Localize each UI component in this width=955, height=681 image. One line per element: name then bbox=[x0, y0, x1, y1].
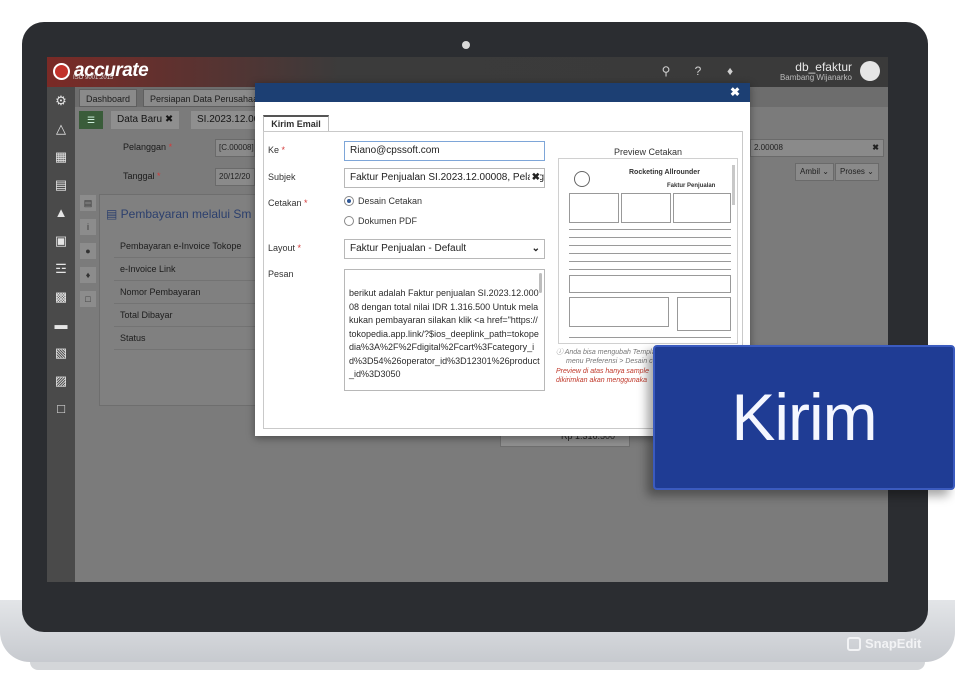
preview-line bbox=[569, 269, 731, 270]
people-icon[interactable]: ● bbox=[80, 243, 96, 259]
user-name: Bambang Wijanarko bbox=[779, 73, 852, 82]
preview-doc-title: Faktur Penjualan bbox=[667, 183, 716, 189]
preview-box bbox=[569, 275, 731, 293]
tools-icon[interactable]: □ bbox=[47, 395, 75, 423]
preview-box bbox=[677, 297, 731, 331]
panel-title: ▤ Pembayaran melalui Sm bbox=[106, 207, 252, 221]
report-icon[interactable]: ▨ bbox=[47, 367, 75, 395]
tanggal-field[interactable]: 20/12/20 bbox=[215, 168, 255, 186]
factory-icon[interactable]: ▬ bbox=[47, 311, 75, 339]
preview-company: Rocketing Allrounder bbox=[629, 169, 700, 176]
snapedit-icon bbox=[847, 636, 861, 651]
dialog-titlebar: ✖ bbox=[255, 83, 750, 102]
subjek-label: Subjek bbox=[268, 172, 296, 182]
tab-persiapan-data[interactable]: Persiapan Data Perusahaan bbox=[143, 89, 271, 107]
bank-icon[interactable]: ▲ bbox=[47, 199, 75, 227]
radio-empty-icon bbox=[344, 216, 354, 226]
pesan-textarea[interactable]: berikut adalah Faktur penjualan SI.2023.… bbox=[344, 269, 545, 391]
book-icon[interactable]: ▤ bbox=[47, 171, 75, 199]
watermark: SnapEdit bbox=[847, 636, 921, 651]
tab-data-baru[interactable]: Data Baru ✖ bbox=[111, 111, 180, 129]
preview-line bbox=[569, 261, 731, 262]
close-icon[interactable]: ✖ bbox=[730, 85, 740, 99]
preview-box bbox=[569, 297, 669, 327]
tanggal-label: Tanggal * bbox=[123, 171, 161, 181]
scrollbar[interactable] bbox=[732, 165, 735, 205]
clear-icon: ✖ bbox=[872, 143, 879, 152]
settings-icon[interactable]: ⚙ bbox=[47, 87, 75, 115]
ke-label: Ke * bbox=[268, 145, 286, 155]
preview-line bbox=[569, 237, 731, 238]
employee-icon[interactable]: ▧ bbox=[47, 339, 75, 367]
tab-kirim-email[interactable]: Kirim Email bbox=[263, 115, 329, 132]
scrollbar[interactable] bbox=[539, 273, 542, 293]
radio-desain-cetakan[interactable]: Desain Cetakan bbox=[344, 196, 422, 206]
camera-icon bbox=[462, 41, 470, 49]
clear-icon[interactable]: ✖ bbox=[529, 169, 540, 187]
database-name[interactable]: db_efaktur bbox=[795, 60, 852, 74]
pelanggan-field[interactable]: [C.00008] bbox=[215, 139, 255, 157]
avatar[interactable] bbox=[860, 61, 880, 81]
layout-label: Layout * bbox=[268, 243, 302, 253]
logo-subtitle: ISO 9001:2015 bbox=[73, 75, 114, 81]
sidebar: ⚙ △ ▦ ▤ ▲ ▣ ☲ ▩ ▬ ▧ ▨ □ bbox=[47, 87, 75, 582]
preview-line bbox=[569, 245, 731, 246]
right-field[interactable]: 2.00008 ✖ bbox=[750, 139, 884, 157]
print-preview[interactable]: Rocketing Allrounder Faktur Penjualan bbox=[558, 158, 738, 344]
radio-dokumen-pdf[interactable]: Dokumen PDF bbox=[344, 216, 417, 226]
document-icon[interactable]: ▤ bbox=[80, 195, 96, 211]
radio-selected-icon bbox=[344, 196, 354, 206]
preview-line bbox=[569, 337, 731, 338]
warehouse-icon[interactable]: △ bbox=[47, 115, 75, 143]
cetakan-label: Cetakan * bbox=[268, 198, 308, 208]
tab-data-baru-label: Data Baru bbox=[117, 114, 163, 125]
cart-icon[interactable]: ☲ bbox=[47, 255, 75, 283]
screen: accurate ISO 9001:2015 ⚲ ? ♦ db_efaktur … bbox=[47, 57, 888, 582]
preview-line bbox=[569, 253, 731, 254]
bell-icon[interactable]: ♦ bbox=[723, 64, 737, 78]
layout-select[interactable]: Faktur Penjualan - Default ⌄ bbox=[344, 239, 545, 259]
purchase-icon[interactable]: ▩ bbox=[47, 283, 75, 311]
ke-input[interactable]: Riano@cpssoft.com bbox=[344, 141, 545, 161]
preview-box bbox=[569, 193, 619, 223]
help-icon[interactable]: ? bbox=[691, 64, 705, 78]
ambil-button[interactable]: Ambil ⌄ bbox=[795, 163, 834, 181]
search-icon[interactable]: ⚲ bbox=[659, 64, 673, 78]
laptop-bottom-edge bbox=[30, 662, 925, 670]
pesan-label: Pesan bbox=[268, 269, 294, 279]
chevron-down-icon: ⌄ bbox=[531, 243, 540, 254]
company-logo-icon bbox=[574, 171, 590, 187]
preview-line bbox=[569, 229, 731, 230]
tag-icon[interactable]: ♦ bbox=[80, 267, 96, 283]
info-icon[interactable]: i bbox=[80, 219, 96, 235]
preview-box bbox=[673, 193, 731, 223]
subjek-input[interactable]: Faktur Penjualan SI.2023.12.00008, Pelan… bbox=[344, 168, 545, 188]
subjek-value: Faktur Penjualan SI.2023.12.00008, Pelan… bbox=[350, 172, 545, 183]
preview-title: Preview Cetakan bbox=[614, 147, 683, 157]
proses-button[interactable]: Proses ⌄ bbox=[835, 163, 879, 181]
close-icon[interactable]: ✖ bbox=[165, 114, 173, 125]
tab-dashboard[interactable]: Dashboard bbox=[79, 89, 138, 107]
file-icon[interactable]: □ bbox=[80, 291, 96, 307]
kirim-button[interactable]: Kirim bbox=[653, 345, 955, 490]
company-icon[interactable]: ▦ bbox=[47, 143, 75, 171]
list-icon[interactable]: ☰ bbox=[79, 111, 103, 129]
bag-icon[interactable]: ▣ bbox=[47, 227, 75, 255]
pelanggan-label: Pelanggan * bbox=[123, 142, 173, 152]
logo-mark-icon bbox=[53, 62, 70, 80]
preview-box bbox=[621, 193, 671, 223]
